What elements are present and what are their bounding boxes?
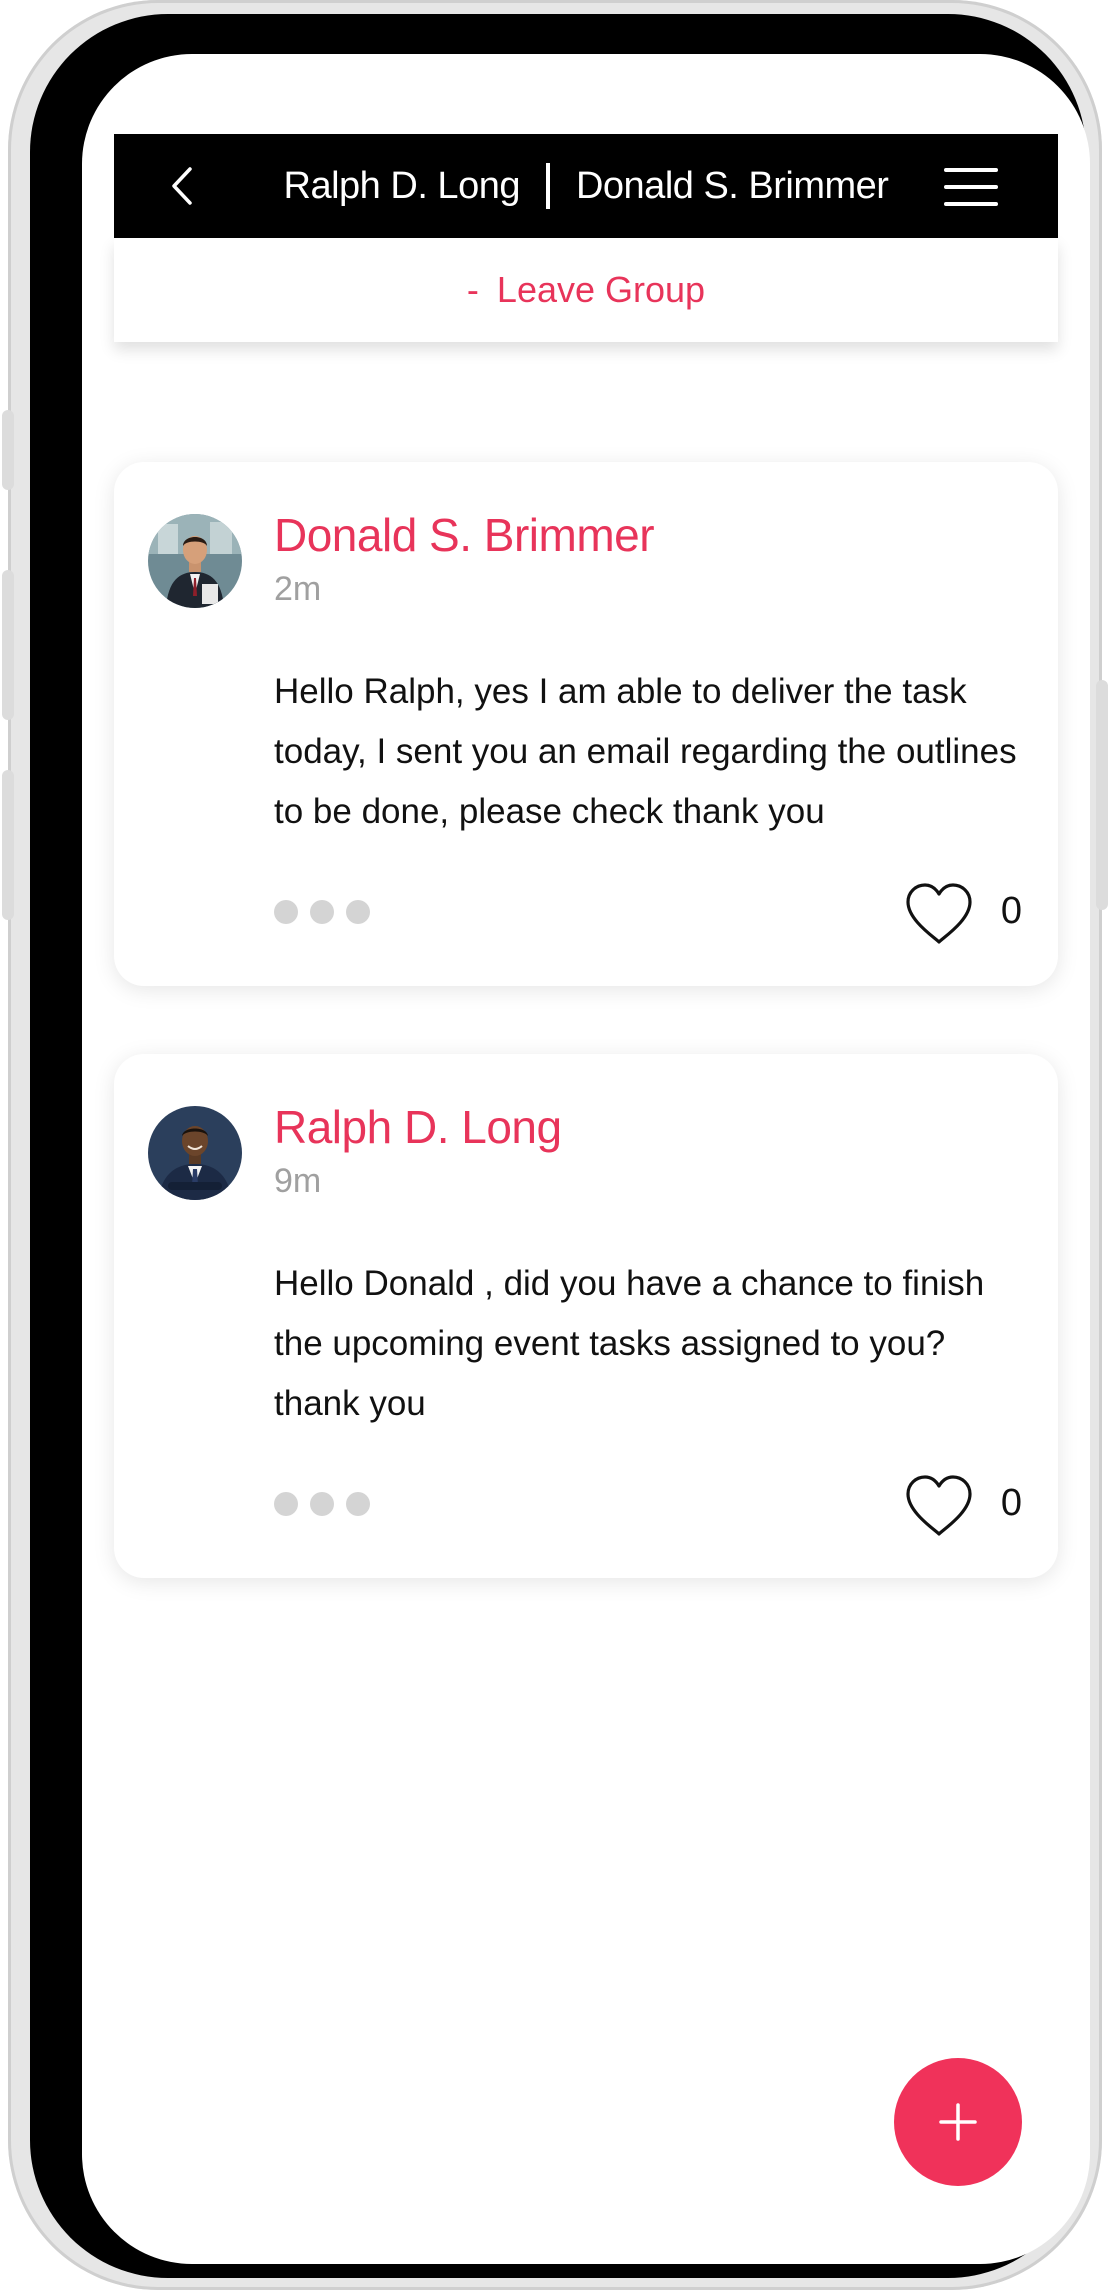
more-dots-icon <box>274 1492 298 1516</box>
more-dots-icon <box>310 1492 334 1516</box>
more-dots-icon <box>346 1492 370 1516</box>
message-text: Hello Ralph, yes I am able to deliver th… <box>274 672 1017 831</box>
avatar[interactable] <box>148 1106 242 1200</box>
message-text: Hello Donald , did you have a chance to … <box>274 1264 985 1423</box>
message-timestamp: 9m <box>274 1162 322 1200</box>
phone-volume-up-button <box>2 570 14 720</box>
avatar-image <box>148 514 242 608</box>
leave-group-button[interactable]: - Leave Group <box>114 238 1058 342</box>
heart-icon <box>906 1475 972 1536</box>
phone-bezel: Ralph D. Long Donald S. Brimmer - Leave … <box>30 14 1090 2278</box>
hamburger-menu-icon <box>944 168 998 172</box>
hamburger-menu-icon <box>944 202 998 206</box>
menu-button[interactable] <box>944 168 998 206</box>
like-button[interactable] <box>904 882 974 946</box>
phone-volume-down-button <box>2 770 14 920</box>
phone-frame: Ralph D. Long Donald S. Brimmer - Leave … <box>2 0 1108 2290</box>
like-button[interactable] <box>904 1474 974 1538</box>
message-card: Donald S. Brimmer 2m Hello Ralph, yes I … <box>114 462 1058 986</box>
hamburger-menu-icon <box>944 185 998 189</box>
more-dots-icon <box>274 900 298 924</box>
avatar-image <box>148 1106 242 1200</box>
avatar[interactable] <box>148 514 242 608</box>
message-author[interactable]: Donald S. Brimmer <box>274 508 655 562</box>
like-count: 0 <box>1000 890 1022 932</box>
title-divider <box>545 163 550 209</box>
chat-title: Ralph D. Long Donald S. Brimmer <box>114 134 1058 238</box>
more-dots-icon <box>346 900 370 924</box>
message-card: Ralph D. Long 9m Hello Donald , did you … <box>114 1054 1058 1578</box>
chat-header: Ralph D. Long Donald S. Brimmer <box>114 134 1058 238</box>
more-options-button[interactable] <box>274 1492 370 1516</box>
phone-power-button <box>1096 680 1108 910</box>
message-author[interactable]: Ralph D. Long <box>274 1100 562 1154</box>
participant-name: Ralph D. Long <box>283 164 521 207</box>
phone-side-button <box>2 410 14 490</box>
more-options-button[interactable] <box>274 900 370 924</box>
like-count: 0 <box>1000 1482 1022 1524</box>
heart-icon <box>906 883 972 944</box>
more-dots-icon <box>310 900 334 924</box>
leave-group-label: Leave Group <box>496 269 706 310</box>
leave-group-prefix: - <box>466 269 479 310</box>
message-timestamp: 2m <box>274 570 322 608</box>
participant-name: Donald S. Brimmer <box>575 164 889 207</box>
add-post-button[interactable] <box>894 2058 1022 2186</box>
plus-icon <box>939 2103 977 2141</box>
app-screen: Ralph D. Long Donald S. Brimmer - Leave … <box>82 54 1090 2264</box>
